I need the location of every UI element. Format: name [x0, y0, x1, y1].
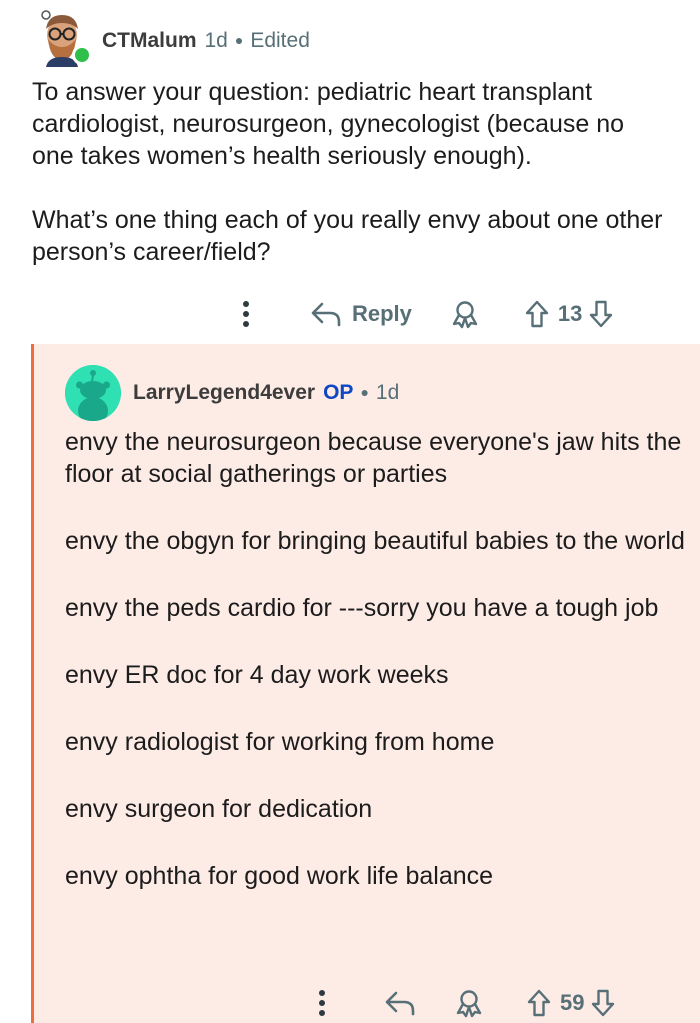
downvote-button[interactable]	[588, 299, 614, 329]
reply-upvote-button[interactable]	[526, 988, 552, 1018]
reply-action-bar: 59	[314, 986, 616, 1020]
reply-body: envy the neurosurgeon because everyone's…	[65, 426, 685, 927]
reply-header: LarryLegend4ever OP ● 1d	[65, 365, 399, 421]
comment-age: 1d	[204, 29, 228, 52]
upvote-arrow-icon	[527, 989, 551, 1017]
reply-avatar[interactable]	[65, 365, 121, 421]
reply-arrow-icon	[311, 302, 341, 327]
comment-thread: CTMalum 1d ● Edited To answer your quest…	[0, 0, 700, 1023]
reply-more-options-button[interactable]	[314, 987, 330, 1019]
reply-downvote-button[interactable]	[590, 988, 616, 1018]
reply-button[interactable]: Reply	[310, 300, 412, 328]
reply-paragraph: envy the obgyn for bringing beautiful ba…	[65, 527, 685, 555]
reply-meta: LarryLegend4ever OP ● 1d	[133, 381, 399, 405]
downvote-arrow-icon	[590, 300, 613, 328]
reply-paragraph: envy ophtha for good work life balance	[65, 862, 494, 890]
reply-reply-button[interactable]	[384, 989, 416, 1017]
award-icon	[452, 301, 478, 329]
more-vertical-icon	[319, 990, 325, 1016]
award-button[interactable]	[450, 299, 480, 329]
reply-paragraph: envy the peds cardio for ---sorry you ha…	[65, 594, 659, 622]
upvote-arrow-icon	[525, 300, 549, 328]
award-icon	[456, 990, 482, 1018]
downvote-arrow-icon	[592, 989, 615, 1017]
comment-paragraph: To answer your question: pediatric heart…	[32, 78, 625, 170]
edited-label: Edited	[250, 29, 310, 52]
reply-username[interactable]: LarryLegend4ever	[133, 381, 315, 405]
reply-award-button[interactable]	[454, 988, 484, 1018]
score-count: 13	[557, 301, 583, 326]
comment-action-bar: Reply 13	[238, 297, 614, 331]
comment-body: To answer your question: pediatric heart…	[32, 76, 672, 300]
online-status-dot	[72, 45, 92, 65]
comment-paragraph: What’s one thing each of you really envy…	[32, 206, 663, 266]
comment-header: CTMalum 1d ● Edited	[32, 8, 310, 68]
reply-comment: LarryLegend4ever OP ● 1d envy the neuros…	[31, 344, 700, 1023]
more-vertical-icon	[243, 301, 249, 327]
more-options-button[interactable]	[238, 298, 254, 330]
reply-paragraph: envy radiologist for working from home	[65, 728, 495, 756]
reply-paragraph: envy the neurosurgeon because everyone's…	[65, 428, 682, 488]
separator-dot: ●	[234, 32, 244, 48]
reply-label: Reply	[352, 301, 412, 326]
upvote-button[interactable]	[524, 299, 550, 329]
reply-paragraph: envy surgeon for dedication	[65, 795, 373, 823]
reply-paragraph: envy ER doc for 4 day work weeks	[65, 661, 449, 689]
op-badge: OP	[323, 381, 354, 404]
reply-arrow-icon	[385, 991, 415, 1016]
avatar[interactable]	[32, 9, 92, 67]
reply-score-count: 59	[560, 990, 585, 1015]
separator-dot: ●	[360, 384, 369, 400]
reply-age: 1d	[375, 381, 400, 404]
comment-username[interactable]: CTMalum	[102, 29, 197, 53]
comment-meta: CTMalum 1d ● Edited	[102, 29, 310, 53]
